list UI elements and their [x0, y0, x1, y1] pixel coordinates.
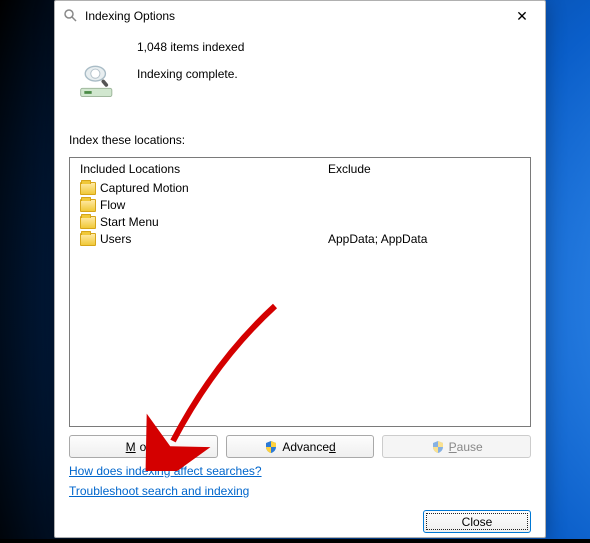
folder-icon [80, 233, 96, 246]
close-button[interactable]: Close [423, 510, 531, 533]
shield-icon [264, 440, 278, 454]
location-name: Users [100, 231, 131, 248]
exclude-cell [328, 197, 520, 214]
index-locations-label: Index these locations: [69, 133, 531, 147]
dialog-title: Indexing Options [85, 9, 175, 23]
indexing-options-dialog: Indexing Options ✕ 1,048 items indexed I… [54, 0, 546, 538]
location-name: Start Menu [100, 214, 159, 231]
troubleshoot-link[interactable]: Troubleshoot search and indexing [69, 484, 249, 498]
dialog-body: 1,048 items indexed Indexing complete. I… [55, 31, 545, 543]
list-header: Included Locations Exclude [70, 158, 530, 178]
location-name: Captured Motion [100, 180, 189, 197]
exclude-cell [328, 180, 520, 197]
advanced-button[interactable]: Advanced [226, 435, 375, 458]
search-index-icon [63, 8, 79, 24]
shield-icon [431, 440, 445, 454]
titlebar: Indexing Options ✕ [55, 1, 545, 31]
location-name: Flow [100, 197, 125, 214]
folder-icon [80, 199, 96, 212]
help-links: How does indexing affect searches? Troub… [69, 464, 531, 498]
exclude-cell: AppData; AppData [328, 231, 520, 248]
indexed-count: 1,048 items indexed [137, 39, 244, 56]
list-item[interactable]: Captured Motion [80, 180, 322, 197]
button-row: Modify Advanced Pause [69, 435, 531, 458]
locations-list[interactable]: Included Locations Exclude Captured Moti… [69, 157, 531, 427]
magnifier-drive-icon [69, 39, 121, 101]
index-status: Indexing complete. [137, 66, 244, 83]
list-item[interactable]: Start Menu [80, 214, 322, 231]
status-area: 1,048 items indexed Indexing complete. [69, 37, 531, 111]
folder-icon [80, 182, 96, 195]
folder-icon [80, 216, 96, 229]
close-icon: ✕ [516, 8, 528, 25]
close-button-x[interactable]: ✕ [499, 1, 545, 31]
col-included-header: Included Locations [80, 162, 322, 176]
list-item[interactable]: Users [80, 231, 322, 248]
list-item[interactable]: Flow [80, 197, 322, 214]
exclude-cell [328, 214, 520, 231]
pause-button: Pause [382, 435, 531, 458]
modify-button[interactable]: Modify [69, 435, 218, 458]
col-exclude-header: Exclude [322, 162, 520, 176]
help-indexing-link[interactable]: How does indexing affect searches? [69, 464, 262, 478]
